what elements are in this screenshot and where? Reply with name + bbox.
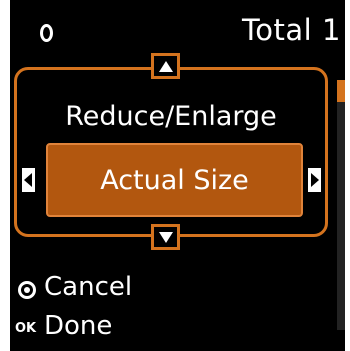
done-hint[interactable]: OK Done [10,311,210,345]
arrow-down-icon [159,232,173,243]
setting-value: Actual Size [100,165,249,196]
arrow-up-button[interactable] [151,53,180,79]
setting-title: Reduce/Enlarge [65,101,277,132]
cancel-label: Cancel [44,272,133,302]
copy-count-icon [40,24,53,42]
total-count-label: Total 1 [242,13,341,47]
stop-icon [18,281,36,299]
arrow-right-icon [311,173,319,187]
arrow-right-button[interactable] [308,168,321,192]
cancel-hint[interactable]: Cancel [10,272,210,306]
lcd-screen: Total 1 Reduce/Enlarge Actual Size Cance… [10,0,345,351]
ok-button-icon: OK [15,321,37,336]
scrollbar-thumb[interactable] [337,80,345,102]
done-label: Done [44,311,113,341]
scrollbar-track[interactable] [337,102,345,330]
arrow-left-icon [24,173,32,187]
arrow-down-button[interactable] [151,224,180,250]
arrow-left-button[interactable] [22,168,35,192]
arrow-up-icon [159,61,173,72]
setting-value-selector[interactable]: Actual Size [46,143,303,217]
